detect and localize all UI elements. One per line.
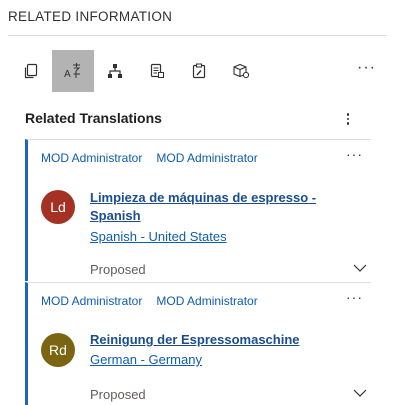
owner-links: MOD Administrator MOD Administrator (41, 151, 258, 165)
section-title: Related Translations (25, 110, 162, 126)
status-text: Proposed (90, 387, 146, 402)
hierarchy-tab-button[interactable] (94, 50, 136, 92)
owner-links: MOD Administrator MOD Administrator (41, 294, 258, 308)
card-more-icon[interactable]: ··· (346, 146, 363, 162)
owner-link[interactable]: MOD Administrator (41, 151, 142, 165)
section-more-icon[interactable] (342, 108, 354, 130)
translation-title-link[interactable]: Limpieza de máquinas de espresso - Spani… (90, 189, 350, 225)
related-toolbar: A ··· (10, 50, 380, 92)
toolbar-more-icon[interactable]: ··· (357, 59, 376, 77)
box-gear-icon (233, 63, 250, 79)
translation-title-link[interactable]: Reinigung der Espressomaschine (90, 331, 350, 349)
tasks-tab-button[interactable] (178, 50, 220, 92)
header-divider (8, 35, 387, 36)
clipboard-edit-icon (192, 63, 206, 79)
hierarchy-icon (108, 64, 122, 78)
products-tab-button[interactable] (220, 50, 262, 92)
language-link[interactable]: Spanish - United States (90, 229, 227, 244)
owner-link[interactable]: MOD Administrator (41, 294, 142, 308)
related-information-header: RELATED INFORMATION (8, 9, 173, 24)
copy-icon (24, 63, 38, 79)
card-more-icon[interactable]: ··· (346, 289, 363, 305)
translation-card: MOD Administrator MOD Administrator ··· … (25, 139, 371, 281)
records-tab-button[interactable] (136, 50, 178, 92)
modified-by-link[interactable]: MOD Administrator (156, 151, 257, 165)
svg-text:A: A (64, 69, 71, 80)
language-link[interactable]: German - Germany (90, 352, 202, 367)
avatar: Rd (41, 333, 75, 367)
document-list-icon (150, 63, 164, 78)
chevron-down-icon[interactable] (353, 264, 367, 272)
avatar: Ld (41, 190, 75, 224)
copy-tab-button[interactable] (10, 50, 52, 92)
translation-card: MOD Administrator MOD Administrator ··· … (25, 282, 371, 405)
modified-by-link[interactable]: MOD Administrator (156, 294, 257, 308)
translations-tab-button[interactable]: A (52, 50, 94, 92)
status-text: Proposed (90, 262, 146, 277)
chevron-down-icon[interactable] (353, 389, 367, 397)
translate-icon: A (64, 63, 81, 80)
